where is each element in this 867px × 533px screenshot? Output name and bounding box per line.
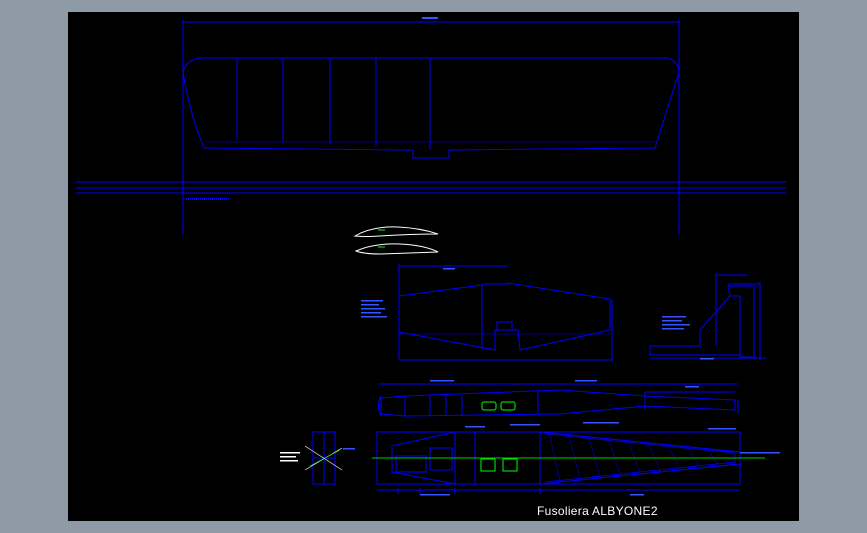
- firewall-annotations: [280, 448, 355, 462]
- span-label-mark: [422, 17, 438, 19]
- tailplane-annotations: [361, 268, 455, 318]
- fuselage-side-components: [372, 457, 765, 472]
- drawing-title: Fusoliera ALBYONE2: [537, 504, 658, 518]
- servo-top-2: [500, 401, 516, 411]
- fuselage-top-components: [481, 401, 516, 411]
- rudder-outline: [727, 285, 755, 358]
- fuselage-top-view: [378, 383, 739, 417]
- tailplane-planform: [398, 264, 613, 362]
- servo-top-1: [481, 401, 497, 411]
- airfoil-root: [353, 226, 439, 237]
- servo-side-1: [480, 458, 496, 472]
- wing-planform: [182, 20, 680, 234]
- airfoil-sections: [353, 226, 439, 255]
- airfoil-tip: [354, 243, 439, 255]
- wing-outline: [182, 57, 680, 159]
- firewall-detail: [304, 431, 343, 485]
- cad-drawing: [76, 17, 786, 496]
- servo-side-2: [502, 458, 518, 472]
- fuselage-side-view: [376, 431, 741, 494]
- tailplane-outline: [398, 282, 611, 351]
- fuselage-top-outline: [380, 389, 736, 417]
